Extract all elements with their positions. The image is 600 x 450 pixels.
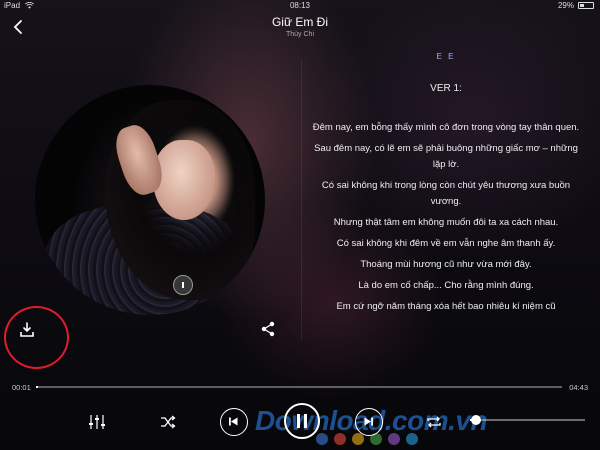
clock: 08:13 — [289, 1, 311, 10]
lyric-line: Là do em cố chấp... Cho rằng mình đúng. — [358, 280, 534, 291]
artist-name[interactable]: Thùy Chi — [150, 31, 450, 38]
progress-fill — [36, 386, 39, 388]
lyric-line: Đêm nay, em bỗng thấy mình cô đơn trong … — [312, 122, 580, 133]
next-icon — [364, 417, 373, 426]
lyric-tag: E E — [436, 52, 456, 61]
lyric-line: Có sai không khi trong lòng còn chút yêu… — [321, 180, 571, 207]
battery-icon — [578, 2, 594, 9]
share-icon[interactable] — [261, 321, 275, 337]
previous-button[interactable] — [220, 408, 248, 436]
back-arrow-icon[interactable] — [10, 18, 28, 36]
lyric-line: Thoáng mùi hương cũ như vừa mới đây. — [360, 259, 532, 270]
watermark-dot — [334, 433, 346, 445]
download-icon[interactable] — [19, 322, 35, 338]
equalizer-icon[interactable] — [88, 414, 106, 430]
lyric-line: Em cứ ngỡ năm tháng xóa hết bao nhiêu kí… — [336, 301, 556, 312]
album-art — [35, 85, 265, 315]
progress-bar[interactable] — [36, 386, 562, 388]
song-title: Giữ Em Đi — [271, 15, 329, 29]
album-art-face — [153, 140, 215, 220]
lyric-line: Sau đêm nay, có lẽ em sẽ phải buông nhữn… — [314, 143, 578, 170]
total-time: 04:43 — [569, 383, 588, 392]
divider — [301, 60, 302, 340]
artwork-info-icon[interactable] — [173, 275, 193, 295]
watermark-dot — [406, 433, 418, 445]
battery-percent: 29% — [557, 1, 574, 10]
lyrics-panel[interactable]: E E VER 1: Đêm nay, em bỗng thấy mình cô… — [312, 48, 580, 348]
next-button[interactable] — [355, 408, 383, 436]
lyric-line: Nhưng thật tâm em không muốn đôi ta xa c… — [333, 217, 559, 228]
pause-button[interactable] — [284, 403, 320, 439]
lyric-section-title: VER 1: — [430, 83, 462, 94]
repeat-icon[interactable] — [426, 414, 442, 430]
previous-icon — [229, 417, 238, 426]
volume-slider[interactable] — [470, 415, 585, 425]
elapsed-time: 00:01 — [12, 383, 31, 392]
shuffle-icon[interactable] — [160, 414, 176, 430]
pause-icon — [297, 414, 307, 428]
status-bar: iPad 08:13 29% — [0, 0, 600, 12]
watermark-dot — [388, 433, 400, 445]
highlight-circle — [4, 306, 69, 369]
lyric-line: Có sai không khi đêm về em vẫn nghe âm t… — [336, 238, 556, 249]
